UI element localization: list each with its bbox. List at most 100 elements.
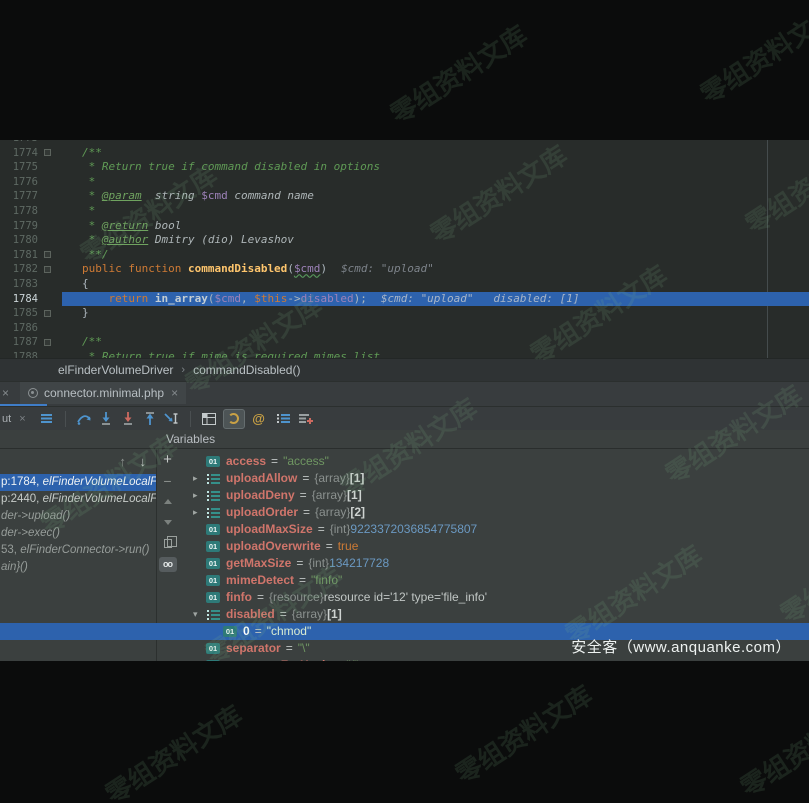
code-line[interactable]: 1783{ bbox=[0, 277, 809, 292]
code-line[interactable]: 1778 * bbox=[0, 204, 809, 219]
variable-row[interactable]: ▾disabled={array} [1] bbox=[178, 606, 809, 623]
variable-row[interactable]: ▸01getMaxSize={int} 134217728 bbox=[178, 555, 809, 572]
editor-gutter[interactable]: 1787 bbox=[0, 335, 62, 350]
step-over-icon[interactable] bbox=[73, 409, 95, 429]
primitive-value-icon: 01 bbox=[206, 541, 220, 552]
at-references-icon[interactable]: @ bbox=[248, 409, 270, 429]
php-file-icon bbox=[28, 388, 38, 398]
line-number: 1783 bbox=[0, 277, 38, 292]
code-line[interactable]: 1779 * @return bool bbox=[0, 219, 809, 234]
variable-name: disabled bbox=[226, 606, 275, 623]
partial-tab-close-icon[interactable]: × bbox=[2, 386, 9, 400]
editor-gutter[interactable]: 1788 bbox=[0, 350, 62, 358]
variable-row[interactable]: ▸uploadOrder={array} [2] bbox=[178, 504, 809, 521]
show-watches-icon[interactable]: oo bbox=[157, 554, 178, 575]
numeric-list-icon[interactable] bbox=[273, 409, 295, 429]
variable-row[interactable]: ▸01uploadOverwrite=true bbox=[178, 538, 809, 555]
step-into-icon[interactable] bbox=[95, 409, 117, 429]
editor-gutter[interactable]: 1786 bbox=[0, 321, 62, 336]
code-line[interactable]: 1788 * Return true if mime is required m… bbox=[0, 350, 809, 358]
equals-sign: = bbox=[302, 470, 309, 487]
variable-row[interactable]: ▸01mimeDetect="finfo" bbox=[178, 572, 809, 589]
code-line[interactable]: 1775 * Return true if command disabled i… bbox=[0, 160, 809, 175]
force-step-into-icon[interactable] bbox=[117, 409, 139, 429]
code-line[interactable]: 1780 * @author Dmitry (dio) Levashov bbox=[0, 233, 809, 248]
fold-start-icon[interactable] bbox=[44, 339, 51, 346]
breadcrumb-class[interactable]: elFinderVolumeDriver bbox=[58, 363, 173, 377]
chevron-down-icon[interactable]: ▾ bbox=[193, 606, 206, 623]
tab-connector-minimal-php[interactable]: connector.minimal.php × bbox=[20, 382, 186, 404]
code-line[interactable]: 1785} bbox=[0, 306, 809, 321]
editor-gutter[interactable]: 1784 bbox=[0, 292, 62, 307]
duplicate-watch-icon[interactable] bbox=[157, 533, 178, 554]
inline-debug-hint: $cmd: "upload" disabled: [1] bbox=[381, 292, 580, 305]
editor-gutter[interactable]: 1780 bbox=[0, 233, 62, 248]
code-line[interactable]: 1784 return in_array($cmd, $this->disabl… bbox=[0, 292, 809, 307]
step-out-icon[interactable] bbox=[139, 409, 161, 429]
stack-frame[interactable]: p:2440, elFinderVolumeLocalFi bbox=[0, 491, 156, 508]
variable-row[interactable]: ▸01separatorForHash="/" bbox=[178, 657, 809, 661]
run-to-cursor-icon[interactable] bbox=[161, 409, 183, 429]
move-down-icon[interactable] bbox=[157, 512, 178, 533]
code-line[interactable]: 1786 bbox=[0, 321, 809, 336]
remove-watch-icon[interactable]: − bbox=[157, 470, 178, 491]
code-text: return in_array($cmd, $this->disabled);$… bbox=[62, 292, 580, 307]
code-line[interactable]: 1777 * @param string $cmd command name bbox=[0, 189, 809, 204]
code-line[interactable]: 1776 * bbox=[0, 175, 809, 190]
line-number: 1775 bbox=[0, 160, 38, 175]
partial-toolwindow-tab[interactable]: ut bbox=[2, 413, 11, 425]
equals-sign: = bbox=[296, 555, 303, 572]
editor-gutter[interactable]: 1776 bbox=[0, 175, 62, 190]
breadcrumb-method[interactable]: commandDisabled() bbox=[193, 363, 300, 377]
next-frame-icon[interactable]: ↓ bbox=[140, 454, 147, 469]
variable-row[interactable]: ▸uploadDeny={array} [1] bbox=[178, 487, 809, 504]
fold-end-icon[interactable] bbox=[44, 310, 51, 317]
ide-window: 17731774/**1775 * Return true if command… bbox=[0, 0, 809, 803]
stack-frame[interactable]: der->exec() bbox=[0, 525, 156, 542]
add-to-watches-icon[interactable] bbox=[295, 409, 317, 429]
editor-gutter[interactable]: 1781 bbox=[0, 248, 62, 263]
variable-row[interactable]: ▸uploadAllow={array} [1] bbox=[178, 470, 809, 487]
editor-gutter[interactable]: 1785 bbox=[0, 306, 62, 321]
editor-gutter[interactable]: 1783 bbox=[0, 277, 62, 292]
code-line[interactable]: 1782public function commandDisabled($cmd… bbox=[0, 262, 809, 277]
stack-frame[interactable]: ain}() bbox=[0, 559, 156, 576]
code-line[interactable]: 1781 **/ bbox=[0, 248, 809, 263]
equals-sign: = bbox=[280, 606, 287, 623]
code-token: bool bbox=[148, 219, 181, 232]
editor-gutter[interactable]: 1775 bbox=[0, 160, 62, 175]
threads-view-icon[interactable] bbox=[36, 409, 58, 429]
code-token: commandDisabled bbox=[188, 262, 287, 275]
editor-gutter[interactable]: 1778 bbox=[0, 204, 62, 219]
editor-gutter[interactable]: 1774 bbox=[0, 146, 62, 161]
code-token: @author bbox=[102, 233, 148, 246]
fold-start-icon[interactable] bbox=[44, 266, 51, 273]
variable-row[interactable]: ▸01uploadMaxSize={int} 92233720368547758… bbox=[178, 521, 809, 538]
variable-row[interactable]: ▸01access="access" bbox=[178, 453, 809, 470]
editor-gutter[interactable]: 1777 bbox=[0, 189, 62, 204]
move-up-icon[interactable] bbox=[157, 491, 178, 512]
tab-close-icon[interactable]: × bbox=[171, 386, 178, 400]
stack-frame[interactable]: der->upload() bbox=[0, 508, 156, 525]
toolwindow-tab-close-icon[interactable]: × bbox=[19, 413, 25, 425]
editor-gutter[interactable]: 1782 bbox=[0, 262, 62, 277]
constants-toggle-icon[interactable] bbox=[223, 409, 245, 429]
previous-frame-icon[interactable]: ↑ bbox=[119, 454, 126, 469]
stack-frame[interactable]: 53, elFinderConnector->run() bbox=[0, 542, 156, 559]
code-line[interactable]: 1774/** bbox=[0, 146, 809, 161]
fold-start-icon[interactable] bbox=[44, 149, 51, 156]
code-token: * bbox=[82, 204, 95, 217]
variable-row[interactable]: ▸01finfo={resource} resource id='12' typ… bbox=[178, 589, 809, 606]
editor-gutter[interactable]: 1779 bbox=[0, 219, 62, 234]
code-line[interactable]: 1787/** bbox=[0, 335, 809, 350]
stack-frame[interactable]: p:1784, elFinderVolumeLocalFi bbox=[0, 474, 156, 491]
code-editor[interactable]: 17731774/**1775 * Return true if command… bbox=[0, 140, 809, 358]
fold-end-icon[interactable] bbox=[44, 251, 51, 258]
chevron-right-icon[interactable]: ▸ bbox=[193, 470, 206, 487]
view-breakpoints-icon[interactable] bbox=[198, 409, 220, 429]
chevron-right-icon[interactable]: ▸ bbox=[193, 487, 206, 504]
chevron-right-icon[interactable]: ▸ bbox=[193, 504, 206, 521]
variables-panel-header: Variables bbox=[0, 430, 809, 449]
code-text: **/ bbox=[62, 248, 109, 263]
add-watch-icon[interactable]: + bbox=[157, 449, 178, 470]
